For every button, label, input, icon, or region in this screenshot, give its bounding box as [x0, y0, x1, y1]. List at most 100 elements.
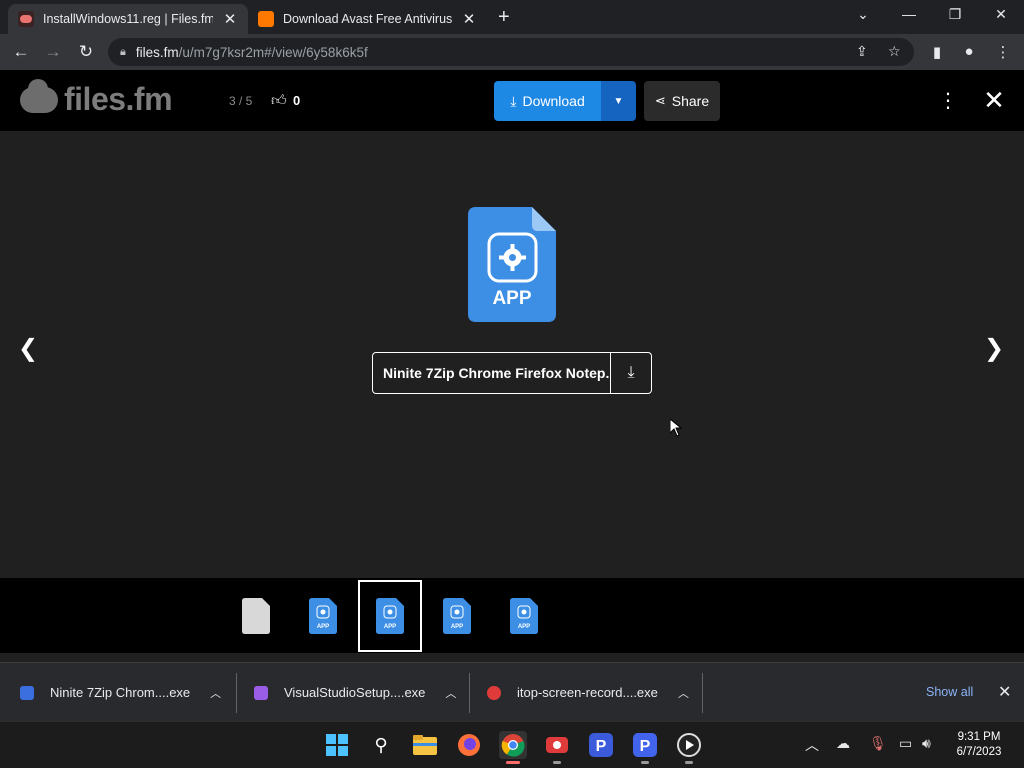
itop-file-icon	[487, 685, 501, 700]
search-icon[interactable]: ⚲	[367, 731, 395, 759]
tab-avast[interactable]: Download Avast Free Antivirus - ✕	[248, 4, 486, 34]
thumbnail-5[interactable]: APP	[492, 580, 556, 652]
side-panel-icon[interactable]: ▮	[926, 43, 948, 61]
new-tab-icon[interactable]: +	[498, 6, 510, 29]
thumbnail-strip: APP APP APP APP	[0, 578, 1024, 653]
downloads-shelf: Ninite 7Zip Chrom....exe ︿ VisualStudioS…	[0, 662, 1024, 721]
url-host: files.fm	[135, 44, 179, 60]
volume-icon[interactable]: 🔊︎	[922, 735, 931, 752]
app-file-icon: APP	[468, 207, 556, 322]
window-close-icon[interactable]: ✕	[986, 6, 1016, 23]
like-count: 0	[293, 93, 301, 108]
share-icon: ⋖	[654, 93, 666, 108]
forward-icon[interactable]: →	[42, 42, 64, 62]
download-label: Download	[522, 93, 585, 109]
chevron-up-icon[interactable]: ︿	[678, 685, 689, 701]
file-name-bar: Ninite 7Zip Chrome Firefox Notep... ⤓	[372, 352, 652, 394]
download-filename: VisualStudioSetup....exe	[284, 685, 426, 700]
tab-close-icon[interactable]: ✕	[462, 10, 476, 28]
tab-close-icon[interactable]: ✕	[223, 10, 237, 28]
file-name[interactable]: Ninite 7Zip Chrome Firefox Notep...	[373, 365, 610, 381]
browser-toolbar: ← → ↻ 🔒︎ files.fm/u/m7g7ksr2m#/view/6y58…	[0, 34, 1024, 70]
svg-text:P: P	[596, 738, 607, 755]
show-hidden-icons-chevron-icon[interactable]: ︿	[805, 735, 819, 755]
minimize-icon[interactable]: —	[894, 6, 924, 22]
address-bar[interactable]: 🔒︎ files.fm/u/m7g7ksr2m#/view/6y58k6k5f …	[108, 38, 914, 66]
avast-favicon	[258, 11, 274, 27]
generic-file-icon	[242, 598, 270, 634]
p-app-active-icon[interactable]: P	[631, 731, 659, 764]
screen-recorder-icon[interactable]	[543, 731, 571, 764]
svg-text:APP: APP	[317, 624, 329, 630]
app-file-thumb-icon: APP	[376, 598, 404, 634]
system-clock[interactable]: 9:31 PM 6/7/2023	[950, 730, 1008, 760]
thumbnail-3-selected[interactable]: APP	[358, 580, 422, 652]
browser-menu-icon[interactable]: ⋮	[992, 43, 1014, 61]
download-item-visualstudio[interactable]: VisualStudioSetup....exe ︿	[254, 663, 456, 722]
cloud-logo-icon	[20, 78, 58, 113]
file-viewer: APP ❮ ❯ Ninite 7Zip Chrome Firefox Notep…	[0, 131, 1024, 578]
tab-installwindows11[interactable]: InstallWindows11.reg | Files.fm. ✕	[8, 4, 248, 34]
back-icon[interactable]: ←	[10, 42, 32, 62]
ninite-file-icon	[20, 685, 34, 700]
tab-title: Download Avast Free Antivirus -	[283, 12, 453, 26]
clock-time: 9:31 PM	[957, 731, 1001, 743]
more-options-icon[interactable]: ⋮	[938, 88, 958, 113]
files-fm-favicon	[18, 11, 34, 27]
divider	[702, 673, 703, 713]
caret-down-icon: ▼	[613, 95, 624, 107]
windows-taskbar: ⚲ P P ︿ ☁ 🎙︎ ▭ 🔊︎ 9:31 PM 6/7/2023	[0, 721, 1024, 768]
file-type-label: APP	[492, 288, 531, 309]
close-viewer-icon[interactable]: ✕	[980, 85, 1008, 116]
app-file-thumb-icon: APP	[510, 598, 538, 634]
bookmark-star-icon[interactable]: ☆	[888, 43, 901, 60]
microphone-icon[interactable]: 🎙︎	[869, 735, 887, 752]
download-icon: ⤓	[510, 92, 517, 109]
svg-text:APP: APP	[384, 624, 396, 630]
thumbs-up-icon[interactable]: 👍︎	[271, 92, 287, 110]
thumbnail-2[interactable]: APP	[291, 580, 355, 652]
thumbnail-4[interactable]: APP	[425, 580, 489, 652]
p-app-icon[interactable]: P	[587, 731, 615, 759]
start-windows-icon[interactable]	[323, 731, 351, 759]
download-filename: Ninite 7Zip Chrom....exe	[50, 685, 191, 700]
share-label: Share	[671, 93, 710, 109]
onedrive-cloud-icon[interactable]: ☁	[836, 735, 850, 752]
chevron-up-icon[interactable]: ︿	[210, 685, 221, 701]
restore-icon[interactable]: ❐	[940, 6, 970, 23]
svg-text:APP: APP	[518, 624, 530, 630]
next-file-icon[interactable]: ❯	[984, 334, 1004, 363]
logo-text: files.fm	[64, 81, 173, 117]
svg-text:APP: APP	[451, 624, 463, 630]
download-filename: itop-screen-record....exe	[517, 685, 658, 700]
chevron-up-icon[interactable]: ︿	[445, 685, 456, 701]
firefox-icon[interactable]	[455, 731, 483, 759]
share-button[interactable]: ⋖ Share	[644, 81, 720, 121]
files-fm-logo[interactable]: files.fm	[20, 78, 173, 118]
download-button[interactable]: ⤓ Download	[494, 81, 601, 121]
chrome-icon[interactable]	[499, 731, 527, 764]
app-file-thumb-icon: APP	[309, 598, 337, 634]
mouse-cursor-icon	[670, 419, 682, 437]
profile-icon[interactable]: ●	[958, 43, 980, 60]
previous-file-icon[interactable]: ❮	[18, 334, 38, 363]
download-item-itop[interactable]: itop-screen-record....exe ︿	[487, 663, 689, 722]
reload-icon[interactable]: ↻	[75, 42, 97, 62]
svg-text:P: P	[640, 738, 651, 755]
network-icon[interactable]: ▭	[899, 735, 912, 752]
show-all-downloads-link[interactable]: Show all	[926, 685, 973, 699]
file-download-icon[interactable]: ⤓	[610, 353, 651, 393]
file-explorer-icon[interactable]	[411, 731, 439, 759]
tab-search-chevron-icon[interactable]: ⌄	[848, 6, 878, 23]
media-player-icon[interactable]	[675, 731, 703, 764]
share-page-icon[interactable]: ⇪	[856, 43, 868, 60]
lock-icon: 🔒︎	[120, 45, 126, 58]
download-item-ninite[interactable]: Ninite 7Zip Chrom....exe ︿	[20, 663, 221, 722]
thumbnail-1[interactable]	[224, 580, 288, 652]
close-downloads-icon[interactable]: ✕	[998, 682, 1011, 702]
url-path: /u/m7g7ksr2m#/view/6y58k6k5f	[178, 44, 368, 60]
download-options-button[interactable]: ▼	[601, 81, 636, 121]
divider	[469, 673, 470, 713]
divider	[236, 673, 237, 713]
tab-title: InstallWindows11.reg | Files.fm.	[43, 12, 213, 26]
